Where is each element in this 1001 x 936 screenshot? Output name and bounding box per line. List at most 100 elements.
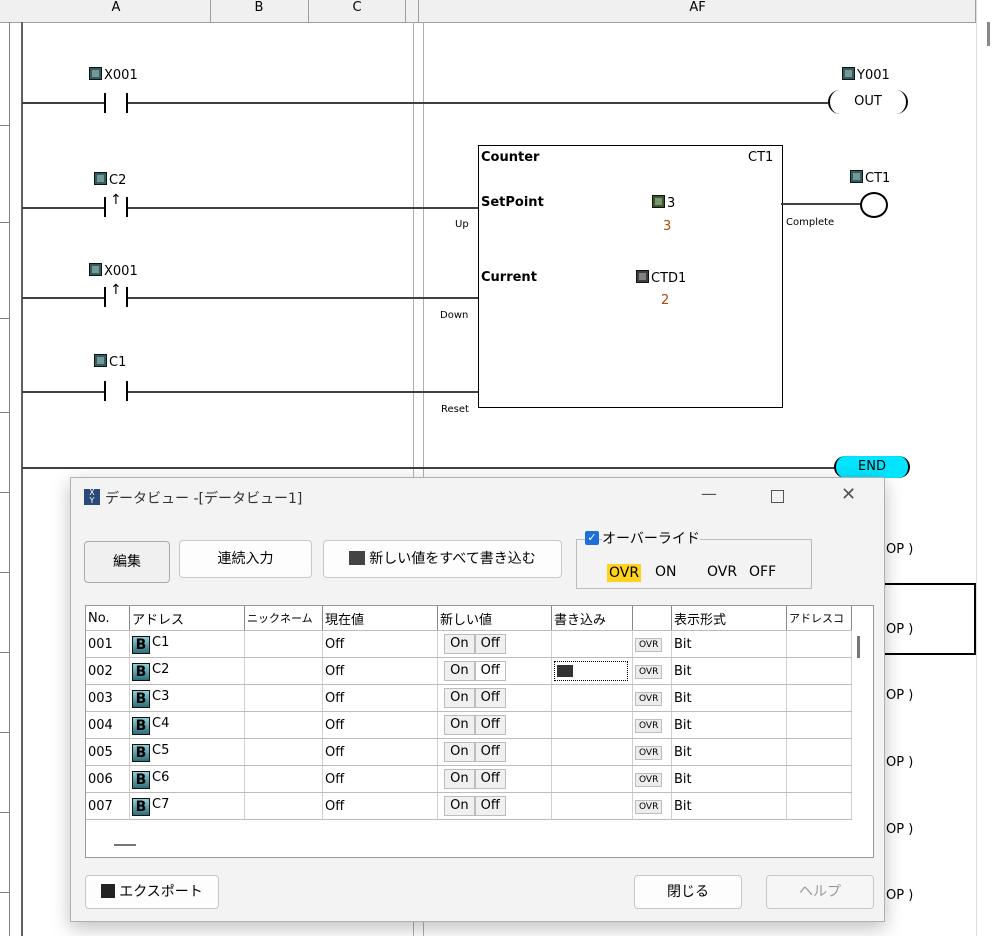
row-nickname[interactable] — [244, 738, 323, 766]
contact-x001b[interactable] — [104, 287, 106, 307]
table-row[interactable]: 004 B C4 Off On Off OVR Bit — [86, 711, 852, 739]
row-no: 004 — [86, 711, 130, 739]
header-address-comment[interactable]: アドレスコ — [786, 606, 852, 631]
contact-c1[interactable] — [104, 381, 106, 401]
row-write[interactable] — [551, 738, 633, 766]
header-format[interactable]: 表示形式 — [671, 606, 787, 631]
off-button[interactable]: Off — [474, 796, 506, 816]
header-ovr[interactable] — [632, 606, 672, 631]
ovr-button[interactable]: OVR — [635, 692, 663, 706]
on-button[interactable]: On — [444, 796, 475, 816]
header-address[interactable]: アドレス — [129, 606, 245, 631]
row-current: Off — [322, 657, 438, 685]
close-button[interactable]: 閉じる — [634, 875, 742, 909]
header-new-value[interactable]: 新しい値 — [437, 606, 552, 631]
ovr-button[interactable]: OVR — [635, 746, 663, 760]
coil-y001[interactable]: OUT — [828, 90, 908, 114]
table-row[interactable]: 001 B C1 Off On Off OVR Bit — [86, 630, 852, 658]
close-icon[interactable]: ✕ — [841, 484, 856, 505]
row-ovr: OVR — [632, 657, 672, 685]
off-button[interactable]: Off — [474, 715, 506, 735]
column-a-header[interactable]: A — [22, 0, 210, 22]
column-b-header[interactable]: B — [210, 0, 308, 22]
row-write[interactable] — [551, 792, 633, 820]
up-label: Up — [455, 219, 469, 230]
maximize-icon[interactable] — [771, 490, 784, 503]
off-button[interactable]: Off — [474, 661, 506, 681]
end-instruction[interactable]: END — [834, 456, 910, 478]
ovr-button[interactable]: OVR — [635, 773, 663, 787]
contact-c2-label: C2 — [94, 172, 126, 188]
bit-icon: B — [132, 662, 150, 681]
row-write[interactable] — [551, 711, 633, 739]
row-ovr: OVR — [632, 738, 672, 766]
grid-hscroll-thumb[interactable] — [114, 844, 136, 846]
ovr-button[interactable]: OVR — [635, 800, 663, 814]
bit-icon — [89, 67, 102, 80]
row-nickname[interactable] — [244, 711, 323, 739]
on-button[interactable]: On — [444, 715, 475, 735]
row-new-value: On Off — [437, 657, 552, 685]
ovr-button[interactable]: OVR — [635, 719, 663, 733]
row-tick — [0, 572, 10, 573]
table-row[interactable]: 006 B C6 Off On Off OVR Bit — [86, 765, 852, 793]
coil-ct1[interactable] — [860, 192, 888, 218]
row-nickname[interactable] — [244, 630, 323, 658]
row-nickname[interactable] — [244, 684, 323, 712]
data-grid[interactable]: No. アドレス ニックネーム 現在値 新しい値 書き込み 表示形式 アドレスコ… — [85, 605, 874, 858]
on-button[interactable]: On — [444, 769, 475, 789]
row-nickname[interactable] — [244, 765, 323, 793]
header-no[interactable]: No. — [86, 606, 130, 631]
on-button[interactable]: On — [444, 634, 475, 654]
off-button[interactable]: Off — [474, 742, 506, 762]
row-tick — [0, 318, 10, 319]
table-row[interactable]: 002 B C2 Off On Off OVR Bit — [86, 657, 852, 685]
nop-4: OP ) — [886, 755, 914, 770]
export-button[interactable]: エクスポート — [85, 875, 219, 909]
ovr-button[interactable]: OVR — [635, 638, 663, 652]
row-write[interactable] — [551, 630, 633, 658]
header-nickname[interactable]: ニックネーム — [244, 606, 323, 631]
row-write[interactable] — [551, 684, 633, 712]
row-nickname[interactable] — [244, 657, 323, 685]
header-write[interactable]: 書き込み — [551, 606, 633, 631]
ovr-button[interactable]: OVR — [635, 665, 663, 679]
off-button[interactable]: Off — [474, 634, 506, 654]
grid-vscroll-thumb[interactable] — [857, 636, 860, 658]
off-button[interactable]: Off — [474, 769, 506, 789]
right-scrollbar[interactable] — [976, 0, 1001, 936]
table-row[interactable]: 007 B C7 Off On Off OVR Bit — [86, 792, 852, 820]
ovr-off-indicator[interactable]: OVR — [707, 564, 737, 580]
wire — [22, 102, 104, 104]
data-view-dialog: XY データビュー -[データビュー1] — ✕ 編集 連続入力 新しい値をすべ… — [70, 477, 885, 922]
minimize-icon[interactable]: — — [701, 484, 717, 503]
ovr-on-indicator[interactable]: OVR — [607, 564, 642, 582]
continuous-input-button[interactable]: 連続入力 — [179, 540, 312, 578]
on-button[interactable]: On — [444, 688, 475, 708]
on-button[interactable]: On — [444, 742, 475, 762]
row-nickname[interactable] — [244, 792, 323, 820]
selected-rung[interactable] — [882, 583, 976, 655]
row-new-value: On Off — [437, 630, 552, 658]
write-all-button[interactable]: 新しい値をすべて書き込む — [323, 540, 562, 578]
row-current: Off — [322, 765, 438, 793]
off-button[interactable]: Off — [474, 688, 506, 708]
on-button[interactable]: On — [444, 661, 475, 681]
contact-c2[interactable] — [104, 197, 106, 217]
column-c-header[interactable]: C — [308, 0, 406, 22]
header-current[interactable]: 現在値 — [322, 606, 438, 631]
column-af-header[interactable]: AF — [420, 0, 975, 22]
contact-x001[interactable] — [104, 93, 106, 113]
bit-icon — [89, 263, 102, 276]
row-write[interactable] — [551, 657, 633, 685]
write-pending-icon[interactable] — [554, 661, 628, 681]
edit-button[interactable]: 編集 — [84, 541, 170, 583]
wire — [22, 297, 104, 299]
row-current: Off — [322, 711, 438, 739]
override-checkbox[interactable]: ✓ — [585, 531, 599, 545]
row-write[interactable] — [551, 765, 633, 793]
table-row[interactable]: 005 B C5 Off On Off OVR Bit — [86, 738, 852, 766]
scrollbar-thumb[interactable] — [987, 22, 990, 46]
row-current: Off — [322, 738, 438, 766]
table-row[interactable]: 003 B C3 Off On Off OVR Bit — [86, 684, 852, 712]
